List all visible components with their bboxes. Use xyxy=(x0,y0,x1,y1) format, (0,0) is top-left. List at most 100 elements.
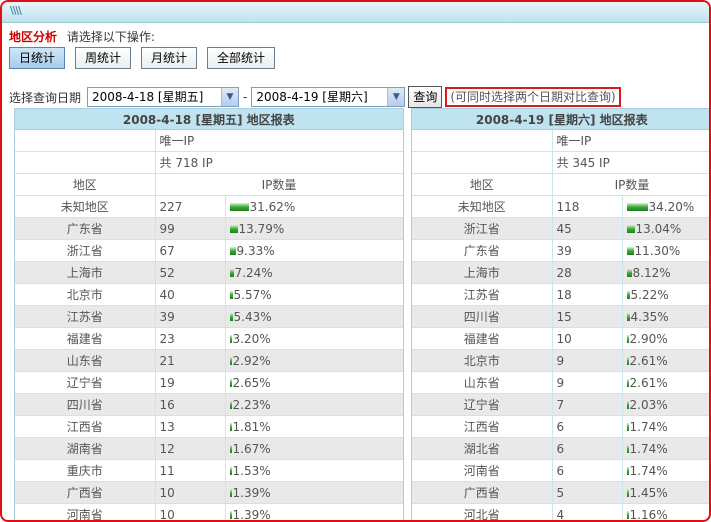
report-panel-left: 2008-4-18 [星期五] 地区报表 唯一IP 共 718 IP 地区 IP数量 未知… xyxy=(14,108,404,520)
empty-cell xyxy=(412,151,553,174)
ip-count: 10 xyxy=(155,503,226,520)
ip-count: 5 xyxy=(552,481,623,504)
report-panel-right: 2008-4-19 [星期六] 地区报表 唯一IP 共 345 IP 地区 IP数量 未知… xyxy=(411,108,709,520)
region-name: 辽宁省 xyxy=(412,393,553,416)
percent-value: 1.39% xyxy=(232,485,271,500)
percent-bar xyxy=(626,225,635,233)
table-row: 北京市 40 5.57% xyxy=(15,283,403,306)
report-title: 2008-4-18 [星期五] 地区报表 xyxy=(15,109,403,130)
region-name: 浙江省 xyxy=(15,239,156,262)
percent-bar xyxy=(229,357,232,365)
ip-count: 21 xyxy=(155,349,226,372)
ip-count: 39 xyxy=(155,305,226,328)
ip-count: 11 xyxy=(155,459,226,482)
total-ip: 共 345 IP xyxy=(552,151,709,174)
region-name: 广东省 xyxy=(412,239,553,262)
region-name: 重庆市 xyxy=(15,459,156,482)
percent-value: 2.61% xyxy=(629,353,668,368)
query-button[interactable]: 查询 xyxy=(408,86,443,108)
percent-bar xyxy=(229,489,232,497)
percent-bar xyxy=(626,269,632,277)
ip-percent-cell: 1.53% xyxy=(225,459,403,482)
percent-value: 8.12% xyxy=(632,265,671,280)
total-ip: 共 718 IP xyxy=(155,151,403,174)
table-row: 四川省 15 4.35% xyxy=(412,305,709,328)
percent-bar xyxy=(229,313,233,321)
report-table: 2008-4-19 [星期六] 地区报表 唯一IP 共 345 IP 地区 IP数量 未知… xyxy=(412,109,709,520)
percent-value: 13.04% xyxy=(635,221,682,236)
region-name: 福建省 xyxy=(412,327,553,350)
percent-bar xyxy=(626,247,634,255)
period-tabs: 日统计 周统计 月统计 全部统计 xyxy=(9,47,276,69)
percent-value: 2.65% xyxy=(232,375,271,390)
region-name: 湖南省 xyxy=(15,437,156,460)
percent-value: 2.23% xyxy=(232,397,271,412)
table-row: 辽宁省 7 2.03% xyxy=(412,393,709,416)
percent-bar xyxy=(229,379,232,387)
ip-count: 10 xyxy=(552,327,623,350)
ip-count: 10 xyxy=(155,481,226,504)
ip-count: 9 xyxy=(552,371,623,394)
region-name: 山东省 xyxy=(15,349,156,372)
date-separator: - xyxy=(243,90,248,104)
date2-value: 2008-4-19 [星期六] xyxy=(256,90,368,104)
table-row: 未知地区 227 31.62% xyxy=(15,195,403,218)
percent-value: 1.81% xyxy=(232,419,271,434)
tab-monthly[interactable]: 月统计 xyxy=(141,47,198,69)
column-header-region: 地区 xyxy=(15,173,156,196)
percent-bar xyxy=(229,203,249,211)
percent-bar xyxy=(229,401,232,409)
date1-value: 2008-4-18 [星期五] xyxy=(92,90,204,104)
chevron-down-icon[interactable]: ▼ xyxy=(221,88,239,106)
ip-count: 39 xyxy=(552,239,623,262)
ip-percent-cell: 1.39% xyxy=(225,503,403,520)
percent-bar xyxy=(626,291,630,299)
table-row: 未知地区 118 34.20% xyxy=(412,195,709,218)
table-row: 江西省 13 1.81% xyxy=(15,415,403,438)
ip-percent-cell: 8.12% xyxy=(622,261,709,284)
ip-count: 52 xyxy=(155,261,226,284)
table-row: 湖南省 12 1.67% xyxy=(15,437,403,460)
percent-value: 9.33% xyxy=(236,243,275,258)
table-row: 山东省 21 2.92% xyxy=(15,349,403,372)
percent-value: 3.20% xyxy=(232,331,271,346)
tab-weekly[interactable]: 周统计 xyxy=(75,47,132,69)
ip-count: 7 xyxy=(552,393,623,416)
table-row: 江苏省 18 5.22% xyxy=(412,283,709,306)
region-name: 四川省 xyxy=(15,393,156,416)
table-row: 广东省 39 11.30% xyxy=(412,239,709,262)
percent-value: 1.53% xyxy=(232,463,271,478)
ip-count: 12 xyxy=(155,437,226,460)
chevron-down-icon[interactable]: ▼ xyxy=(387,88,405,106)
ip-count: 13 xyxy=(155,415,226,438)
tab-all[interactable]: 全部统计 xyxy=(207,47,276,69)
ip-percent-cell: 2.23% xyxy=(225,393,403,416)
table-row: 江苏省 39 5.43% xyxy=(15,305,403,328)
ip-percent-cell: 1.74% xyxy=(622,437,709,460)
date1-select[interactable]: 2008-4-18 [星期五] ▼ xyxy=(87,87,240,107)
empty-cell xyxy=(15,151,156,174)
percent-bar xyxy=(229,269,234,277)
percent-bar xyxy=(626,467,629,475)
column-header-ip: IP数量 xyxy=(552,173,709,196)
percent-value: 5.57% xyxy=(233,287,272,302)
section-hint: 请选择以下操作: xyxy=(66,30,155,44)
percent-bar xyxy=(626,313,630,321)
percent-value: 5.43% xyxy=(233,309,272,324)
ip-count: 15 xyxy=(552,305,623,328)
ip-percent-cell: 4.35% xyxy=(622,305,709,328)
percent-value: 34.20% xyxy=(648,199,695,214)
tab-daily[interactable]: 日统计 xyxy=(9,47,66,69)
table-row: 江西省 6 1.74% xyxy=(412,415,709,438)
percent-bar xyxy=(626,335,629,343)
percent-bar xyxy=(626,357,629,365)
percent-bar xyxy=(626,489,629,497)
ip-percent-cell: 2.61% xyxy=(622,371,709,394)
ip-percent-cell: 2.65% xyxy=(225,371,403,394)
table-row: 福建省 10 2.90% xyxy=(412,327,709,350)
table-row: 山东省 9 2.61% xyxy=(412,371,709,394)
date2-select[interactable]: 2008-4-19 [星期六] ▼ xyxy=(251,87,406,107)
ip-percent-cell: 1.39% xyxy=(225,481,403,504)
percent-value: 4.35% xyxy=(630,309,669,324)
ip-percent-cell: 1.81% xyxy=(225,415,403,438)
